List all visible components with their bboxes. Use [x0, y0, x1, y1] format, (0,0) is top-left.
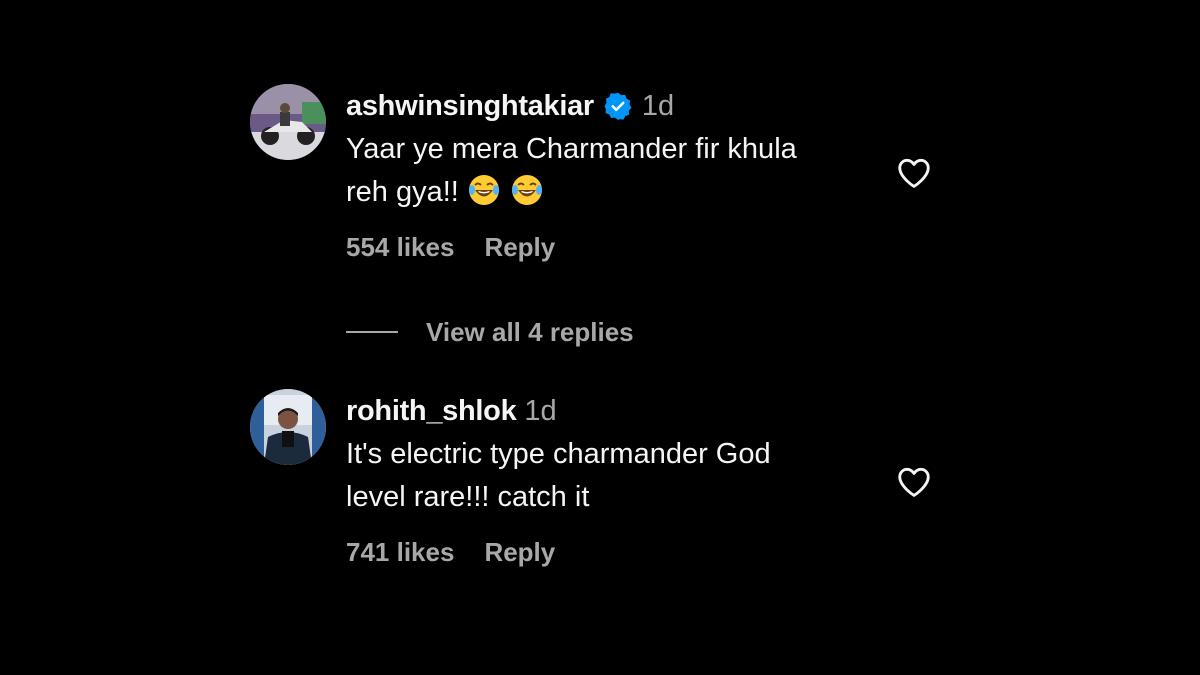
- divider: [346, 331, 398, 333]
- likes-count[interactable]: 741 likes: [346, 537, 454, 568]
- verified-badge-icon: [604, 92, 632, 120]
- view-replies-label: View all 4 replies: [426, 316, 634, 347]
- reply-button[interactable]: Reply: [484, 537, 555, 568]
- comment-text: Yaar ye mera Charmander fir khula reh gy…: [346, 128, 886, 214]
- comment-time: 1d: [641, 89, 675, 122]
- comment-header: rohith_shlok 1d: [346, 391, 886, 431]
- username[interactable]: rohith_shlok: [346, 395, 517, 428]
- avatar[interactable]: [250, 389, 326, 465]
- comment-text-line: level rare!!! catch it: [346, 481, 590, 513]
- comment-header: ashwinsinghtakiar 1d: [346, 86, 886, 126]
- face-with-tears-of-joy-icon: [510, 173, 544, 207]
- comment-text-line: Yaar ye mera Charmander fir khula: [346, 133, 797, 165]
- comment-text-line: It's electric type charmander God: [346, 438, 771, 470]
- comment-time: 1d: [524, 394, 557, 427]
- username[interactable]: ashwinsinghtakiar: [346, 90, 594, 123]
- view-replies-button[interactable]: View all 4 replies: [346, 314, 634, 350]
- avatar-image: [250, 84, 326, 160]
- comment-text-line: reh gya!!: [346, 176, 459, 208]
- heart-icon[interactable]: [895, 463, 933, 501]
- heart-icon[interactable]: [895, 154, 933, 192]
- comment-meta: 554 likes Reply: [346, 232, 886, 263]
- comment-body: rohith_shlok 1d It's electric type charm…: [346, 391, 886, 568]
- likes-count[interactable]: 554 likes: [346, 232, 454, 263]
- avatar-image: [250, 389, 326, 465]
- comment-body: ashwinsinghtakiar 1d Yaar ye mera Charma…: [346, 86, 886, 263]
- comment-text: It's electric type charmander God level …: [346, 433, 886, 519]
- comment-meta: 741 likes Reply: [346, 537, 886, 568]
- avatar[interactable]: [250, 84, 326, 160]
- face-with-tears-of-joy-icon: [467, 173, 501, 207]
- reply-button[interactable]: Reply: [484, 232, 555, 263]
